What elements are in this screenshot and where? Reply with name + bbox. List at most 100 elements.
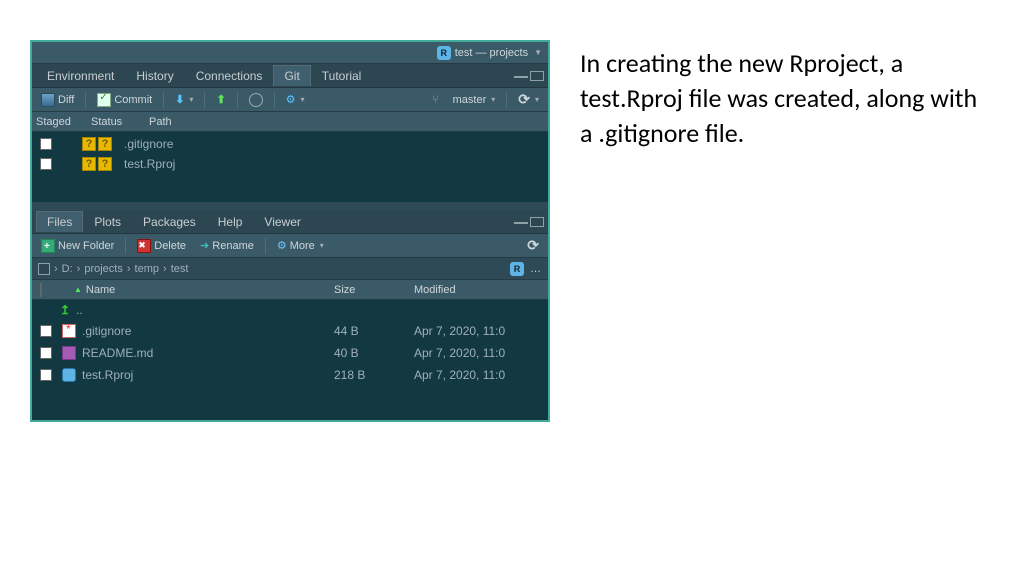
parent-dir-row[interactable]: ↥ .. bbox=[32, 300, 548, 320]
separator bbox=[85, 92, 86, 108]
chevron-right-icon: › bbox=[54, 263, 58, 275]
file-row[interactable]: README.md 40 B Apr 7, 2020, 11:0 bbox=[32, 342, 548, 364]
chevron-down-icon: ▾ bbox=[320, 241, 324, 250]
history-button[interactable] bbox=[244, 91, 268, 109]
chevron-down-icon[interactable]: ▼ bbox=[534, 48, 542, 57]
delete-label: Delete bbox=[154, 240, 186, 252]
minimize-pane-icon[interactable] bbox=[514, 74, 528, 78]
tab-tutorial[interactable]: Tutorial bbox=[311, 65, 373, 87]
delete-button[interactable]: ✖ Delete bbox=[132, 237, 191, 255]
chevron-right-icon: › bbox=[163, 263, 167, 275]
col-path[interactable]: Path bbox=[143, 116, 544, 128]
refresh-button[interactable]: ⟳▾ bbox=[513, 89, 544, 110]
diff-label: Diff bbox=[58, 94, 74, 106]
file-modified: Apr 7, 2020, 11:0 bbox=[414, 324, 544, 338]
project-bar: R test — projects ▼ bbox=[32, 42, 548, 64]
stage-checkbox[interactable] bbox=[40, 138, 52, 150]
col-name[interactable]: ▲ Name bbox=[60, 284, 334, 296]
browse-icon[interactable]: … bbox=[530, 263, 542, 275]
col-modified[interactable]: Modified bbox=[414, 284, 544, 296]
project-label[interactable]: test — projects bbox=[455, 47, 528, 59]
tab-git[interactable]: Git bbox=[273, 65, 310, 86]
gear-icon: ⚙ bbox=[277, 239, 287, 252]
git-more-button[interactable]: ⚙▾ bbox=[281, 91, 310, 108]
git-row[interactable]: ? ? .gitignore bbox=[32, 134, 548, 154]
file-checkbox[interactable] bbox=[40, 369, 52, 381]
clock-icon bbox=[249, 93, 263, 107]
file-size: 218 B bbox=[334, 368, 414, 382]
commit-check-icon bbox=[97, 93, 111, 107]
commit-label: Commit bbox=[114, 94, 152, 106]
go-to-project-dir-icon[interactable]: R bbox=[510, 262, 524, 276]
home-icon[interactable] bbox=[38, 263, 50, 275]
refresh-files-button[interactable]: ⟳ bbox=[522, 235, 544, 256]
branch-icon: ⑂ bbox=[432, 94, 439, 106]
new-branch-button[interactable]: ⑂ bbox=[427, 92, 444, 108]
stage-checkbox[interactable] bbox=[40, 158, 52, 170]
tab-environment[interactable]: Environment bbox=[36, 65, 125, 87]
new-folder-icon bbox=[41, 239, 55, 253]
git-row[interactable]: ? ? test.Rproj bbox=[32, 154, 548, 174]
chevron-down-icon: ▾ bbox=[491, 95, 495, 104]
minimize-pane-icon[interactable] bbox=[514, 220, 528, 224]
more-button[interactable]: ⚙ More ▾ bbox=[272, 237, 329, 254]
status-unknown-icon: ? bbox=[98, 157, 112, 171]
rename-label: Rename bbox=[212, 240, 254, 252]
rename-button[interactable]: ➜ Rename bbox=[195, 237, 259, 254]
git-path: test.Rproj bbox=[124, 157, 175, 171]
file-size: 44 B bbox=[334, 324, 414, 338]
new-folder-button[interactable]: New Folder bbox=[36, 237, 119, 255]
file-row[interactable]: test.Rproj 218 B Apr 7, 2020, 11:0 bbox=[32, 364, 548, 386]
branch-label: master bbox=[453, 94, 487, 106]
pull-button[interactable]: ⬇▾ bbox=[170, 91, 198, 108]
col-name-label: Name bbox=[86, 284, 115, 296]
col-status[interactable]: Status bbox=[91, 116, 143, 128]
tab-connections[interactable]: Connections bbox=[185, 65, 274, 87]
tab-viewer[interactable]: Viewer bbox=[253, 211, 311, 233]
file-row[interactable]: .gitignore 44 B Apr 7, 2020, 11:0 bbox=[32, 320, 548, 342]
breadcrumb-seg[interactable]: test bbox=[171, 263, 189, 275]
files-toolbar: New Folder ✖ Delete ➜ Rename ⚙ More ▾ ⟳ bbox=[32, 234, 548, 258]
separator bbox=[204, 92, 205, 108]
diff-icon bbox=[41, 93, 55, 107]
tab-files[interactable]: Files bbox=[36, 211, 83, 232]
files-breadcrumb: › D: › projects › temp › test R … bbox=[32, 258, 548, 280]
new-folder-label: New Folder bbox=[58, 240, 114, 252]
file-modified: Apr 7, 2020, 11:0 bbox=[414, 368, 544, 382]
tab-plots[interactable]: Plots bbox=[83, 211, 132, 233]
maximize-pane-icon[interactable] bbox=[530, 71, 544, 81]
file-modified: Apr 7, 2020, 11:0 bbox=[414, 346, 544, 360]
separator bbox=[237, 92, 238, 108]
select-all-checkbox[interactable] bbox=[40, 283, 42, 297]
pull-down-icon: ⬇ bbox=[175, 93, 184, 106]
separator bbox=[274, 92, 275, 108]
breadcrumb-seg[interactable]: temp bbox=[135, 263, 159, 275]
git-pane: Environment History Connections Git Tuto… bbox=[32, 64, 548, 202]
breadcrumb-seg[interactable]: D: bbox=[62, 263, 73, 275]
files-list: ↥ .. .gitignore 44 B Apr 7, 2020, 11:0 R… bbox=[32, 300, 548, 420]
file-size: 40 B bbox=[334, 346, 414, 360]
file-checkbox[interactable] bbox=[40, 347, 52, 359]
tab-history[interactable]: History bbox=[125, 65, 184, 87]
pane-window-controls bbox=[514, 217, 544, 227]
diff-button[interactable]: Diff bbox=[36, 91, 79, 109]
rproj-file-icon bbox=[62, 368, 76, 382]
commit-button[interactable]: Commit bbox=[92, 91, 157, 109]
tab-help[interactable]: Help bbox=[207, 211, 254, 233]
tab-packages[interactable]: Packages bbox=[132, 211, 207, 233]
col-staged[interactable]: Staged bbox=[36, 116, 91, 128]
push-up-icon: ⬆ bbox=[216, 93, 225, 106]
chevron-down-icon: ▾ bbox=[301, 95, 305, 104]
git-path: .gitignore bbox=[124, 137, 173, 151]
separator bbox=[125, 238, 126, 254]
refresh-icon: ⟳ bbox=[518, 91, 530, 108]
push-button[interactable]: ⬆ bbox=[211, 91, 230, 108]
breadcrumb-seg[interactable]: projects bbox=[84, 263, 123, 275]
file-checkbox[interactable] bbox=[40, 325, 52, 337]
delete-icon: ✖ bbox=[137, 239, 151, 253]
maximize-pane-icon[interactable] bbox=[530, 217, 544, 227]
git-tabstrip: Environment History Connections Git Tuto… bbox=[32, 64, 548, 88]
file-name: test.Rproj bbox=[82, 368, 334, 382]
branch-selector[interactable]: master ▾ bbox=[448, 92, 501, 108]
col-size[interactable]: Size bbox=[334, 284, 414, 296]
